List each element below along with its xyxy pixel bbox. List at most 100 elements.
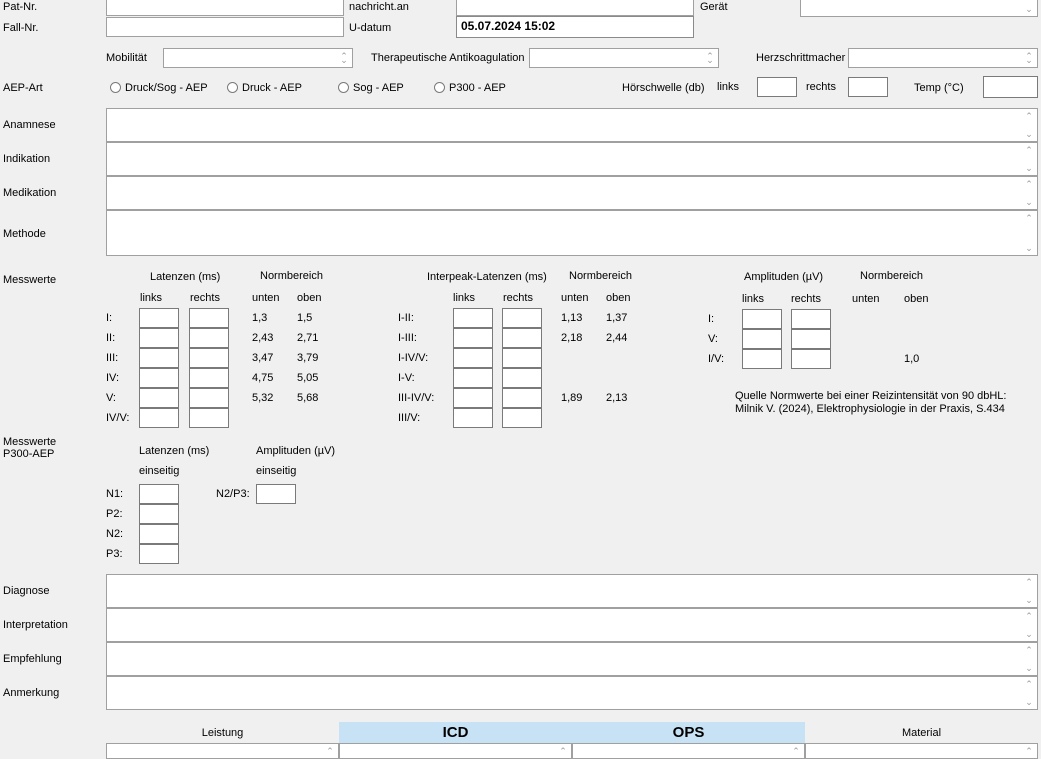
radio-druck-label[interactable]: Druck - AEP [242,81,302,95]
empfehlung-textarea[interactable]: ⌃ ⌄ [106,642,1038,676]
lat-rechts-input[interactable] [189,388,229,408]
ip-links-input[interactable] [453,348,493,368]
ip-unten-value: 2,18 [561,332,583,344]
hoerschwelle-links-field[interactable] [757,77,797,97]
p300-label-line2: P300-AEP [3,448,55,460]
latenzen-links: links [140,292,163,304]
temp-field[interactable] [983,76,1038,98]
radio-sog-label[interactable]: Sog - AEP [353,81,404,95]
ip-row-label: III/V: [398,412,421,424]
radio-druck[interactable] [227,82,238,93]
amp-row-label: V: [708,333,718,345]
amp-row-label: I/V: [708,353,725,365]
p300-n1-input[interactable] [139,484,179,504]
ip-rechts-input[interactable] [502,408,542,428]
ops-list[interactable]: ⌃ [572,743,805,759]
anmerkung-label: Anmerkung [3,687,60,699]
ops-header: OPS [572,722,805,743]
interpretation-textarea[interactable]: ⌃ ⌄ [106,608,1038,642]
icd-scrollbar[interactable]: ⌃ [556,744,570,758]
methode-textarea[interactable]: ⌃ ⌄ [106,210,1038,256]
amp-rechts-input[interactable] [791,309,831,329]
material-list[interactable]: ⌃ [805,743,1038,759]
medikation-label: Medikation [3,187,57,199]
material-scrollbar[interactable]: ⌃ [1022,744,1036,758]
p300-p3-input[interactable] [139,544,179,564]
lat-links-input[interactable] [139,308,179,328]
radio-p300[interactable] [434,82,445,93]
geraet-spinner[interactable]: ⌄ [1022,0,1036,16]
amp-links-input[interactable] [742,309,782,329]
amplituden-unten: unten [852,293,880,305]
ip-rechts-input[interactable] [502,368,542,388]
diagnose-scrollbar[interactable]: ⌃ ⌄ [1022,575,1036,607]
lat-links-input[interactable] [139,348,179,368]
radio-sog[interactable] [338,82,349,93]
lat-rechts-input[interactable] [189,408,229,428]
p300-row-label: P2: [106,508,123,520]
u-datum-value: 05.07.2024 15:02 [461,19,556,33]
anmerkung-scrollbar[interactable]: ⌃ ⌄ [1022,677,1036,709]
leistung-list[interactable]: ⌃ [106,743,339,759]
lat-rechts-input[interactable] [189,368,229,388]
lat-row-label: IV: [106,372,120,384]
lat-rechts-input[interactable] [189,328,229,348]
ip-links-input[interactable] [453,368,493,388]
p300-amplituden-title: Amplituden (µV) [256,445,336,457]
leistung-scrollbar[interactable]: ⌃ [323,744,337,758]
amp-rechts-input[interactable] [791,329,831,349]
anamnese-textarea[interactable]: ⌃ ⌄ [106,108,1038,142]
nachricht-an-field[interactable] [456,0,694,16]
anamnese-scrollbar[interactable]: ⌃ ⌄ [1022,109,1036,141]
u-datum-field[interactable]: 05.07.2024 15:02 [456,16,694,38]
empfehlung-scrollbar[interactable]: ⌃ ⌄ [1022,643,1036,675]
p300-p2-input[interactable] [139,504,179,524]
pat-nr-field[interactable] [106,0,344,16]
herzschrittmacher-spinner[interactable]: ⌃ ⌄ [1022,49,1036,67]
indikation-textarea[interactable]: ⌃ ⌄ [106,142,1038,176]
ip-links-input[interactable] [453,408,493,428]
lat-links-input[interactable] [139,368,179,388]
ip-rechts-input[interactable] [502,328,542,348]
radio-druck-sog-label[interactable]: Druck/Sog - AEP [125,81,208,95]
amp-rechts-input[interactable] [791,349,831,369]
chevron-up-icon: ⌃ [792,746,800,756]
antikoagulation-select[interactable]: ⌃ ⌄ [529,48,719,68]
medikation-textarea[interactable]: ⌃ ⌄ [106,176,1038,210]
p300-n2-input[interactable] [139,524,179,544]
lat-rechts-input[interactable] [189,348,229,368]
mobilitaet-label: Mobilität [106,52,147,64]
temp-label: Temp (°C) [914,82,964,94]
lat-links-input[interactable] [139,388,179,408]
icd-list[interactable]: ⌃ [339,743,572,759]
anmerkung-textarea[interactable]: ⌃ ⌄ [106,676,1038,710]
diagnose-textarea[interactable]: ⌃ ⌄ [106,574,1038,608]
p300-n2p3-input[interactable] [256,484,296,504]
methode-scrollbar[interactable]: ⌃ ⌄ [1022,211,1036,255]
mobilitaet-select[interactable]: ⌃ ⌄ [163,48,353,68]
lat-links-input[interactable] [139,408,179,428]
radio-p300-label[interactable]: P300 - AEP [449,81,506,95]
p300-row-label: N2: [106,528,124,540]
ip-links-input[interactable] [453,308,493,328]
fall-nr-field[interactable] [106,17,344,37]
amp-links-input[interactable] [742,349,782,369]
herzschrittmacher-select[interactable]: ⌃ ⌄ [848,48,1038,68]
ip-links-input[interactable] [453,328,493,348]
antikoagulation-spinner[interactable]: ⌃ ⌄ [703,49,717,67]
lat-links-input[interactable] [139,328,179,348]
medikation-scrollbar[interactable]: ⌃ ⌄ [1022,177,1036,209]
geraet-select[interactable]: ⌄ [800,0,1038,17]
mobilitaet-spinner[interactable]: ⌃ ⌄ [337,49,351,67]
ip-rechts-input[interactable] [502,308,542,328]
radio-druck-sog[interactable] [110,82,121,93]
interpretation-scrollbar[interactable]: ⌃ ⌄ [1022,609,1036,641]
ip-rechts-input[interactable] [502,388,542,408]
amp-links-input[interactable] [742,329,782,349]
lat-rechts-input[interactable] [189,308,229,328]
ip-rechts-input[interactable] [502,348,542,368]
hoerschwelle-rechts-field[interactable] [848,77,888,97]
indikation-scrollbar[interactable]: ⌃ ⌄ [1022,143,1036,175]
ops-scrollbar[interactable]: ⌃ [789,744,803,758]
ip-links-input[interactable] [453,388,493,408]
